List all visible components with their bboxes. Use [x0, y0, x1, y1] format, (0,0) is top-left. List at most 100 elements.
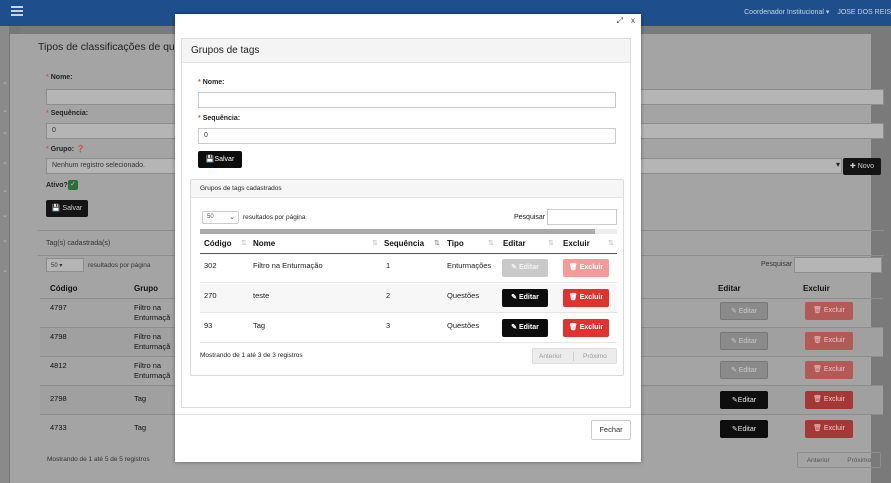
- bg-edit-button[interactable]: ✎ Editar: [720, 302, 768, 320]
- bg-grupo-label: * Grupo: ❓: [46, 146, 85, 153]
- bg-cell-codigo: 4797: [50, 303, 67, 312]
- chevron-down-icon[interactable]: ▾: [836, 160, 840, 169]
- bg-search-label: Pesquisar: [761, 261, 793, 268]
- sort-icon[interactable]: ⇅: [608, 239, 614, 247]
- cell-tipo: Questões: [447, 291, 480, 300]
- modal-form-card: Grupos de tags * Nome: * Sequência: 0 💾Sal…: [181, 38, 631, 408]
- grupos-table-panel: Grupos de tags cadastrados 50 ⌄ resultado…: [190, 179, 624, 376]
- bg-th-grupo[interactable]: Grupo: [134, 284, 158, 293]
- modal-header: Grupos de tags: [182, 39, 630, 63]
- ativo-checkbox[interactable]: ✓: [68, 180, 78, 190]
- table-row: 270 teste 2 Questões ✎ Editar 🗑 Excluir: [200, 284, 617, 313]
- th-excluir[interactable]: Excluir: [563, 239, 590, 248]
- trash-icon: 🗑: [568, 264, 578, 271]
- th-tipo[interactable]: Tipo: [447, 239, 464, 248]
- panel-header: Grupos de tags cadastrados: [191, 180, 623, 198]
- sort-icon[interactable]: ⇅: [548, 239, 554, 247]
- nome-input[interactable]: [198, 92, 616, 108]
- chevron-down-icon: ⌄: [229, 214, 235, 221]
- th-codigo[interactable]: Código: [204, 239, 232, 248]
- th-nome[interactable]: Nome: [253, 239, 275, 248]
- user-area[interactable]: Coordenador Institucional ▾ JOSE DOS REI…: [738, 8, 891, 16]
- search-label: Pesquisar: [514, 214, 546, 221]
- user-name[interactable]: JOSE DOS REIS: [837, 9, 891, 16]
- fechar-button[interactable]: Fechar: [591, 420, 631, 440]
- bg-delete-button[interactable]: 🗑 Excluir: [805, 391, 853, 409]
- bg-cell-codigo: 2798: [50, 394, 67, 403]
- bg-delete-button[interactable]: 🗑 Excluir: [805, 361, 853, 379]
- table-row: 93 Tag 3 Questões ✎ Editar 🗑 Excluir: [200, 314, 617, 343]
- pagination: Anterior Próximo: [532, 348, 617, 364]
- nome-label: * Nome:: [198, 79, 225, 86]
- bg-cell-grupo: Filtro na Enturmaçã: [134, 332, 171, 351]
- sort-icon[interactable]: ⇅: [488, 239, 494, 247]
- grupos-de-tags-modal: ⤢ x Grupos de tags * Nome: * Sequência: 0 …: [175, 14, 641, 462]
- sort-icon[interactable]: ⇅: [372, 239, 378, 247]
- bg-edit-button[interactable]: ✎ Editar: [720, 361, 768, 379]
- bg-delete-button[interactable]: 🗑 Excluir: [805, 420, 853, 438]
- bg-nome-label: * Nome:: [46, 74, 73, 81]
- user-role-dropdown[interactable]: Coordenador Institucional ▾: [744, 9, 829, 16]
- prev-button[interactable]: Anterior: [539, 353, 562, 360]
- cell-codigo: 270: [204, 291, 217, 300]
- cell-nome: Filtro na Enturmação: [253, 261, 323, 270]
- sort-asc-icon[interactable]: ⇅: [434, 239, 440, 247]
- delete-button[interactable]: 🗑 Excluir: [563, 319, 609, 337]
- bg-delete-button[interactable]: 🗑 Excluir: [805, 332, 853, 350]
- save-button[interactable]: 💾Salvar: [198, 151, 242, 168]
- search-input[interactable]: [547, 209, 617, 225]
- edit-icon: ✎: [511, 264, 518, 271]
- bg-prev-button[interactable]: Anterior: [807, 457, 830, 464]
- close-icon[interactable]: x: [631, 16, 635, 25]
- delete-button[interactable]: 🗑 Excluir: [563, 259, 609, 277]
- th-editar[interactable]: Editar: [503, 239, 526, 248]
- bg-table-info: Mostrando de 1 até 5 de 5 registros: [47, 456, 150, 463]
- cell-tipo: Questões: [447, 321, 480, 330]
- horizontal-scrollbar[interactable]: [200, 229, 617, 234]
- bg-length-text: resultados por página: [88, 262, 151, 269]
- cell-nome: teste: [253, 291, 270, 300]
- bg-sequencia-label: * Sequência:: [46, 110, 89, 117]
- bg-salvar-button[interactable]: 💾 Salvar: [46, 200, 88, 217]
- table-row: 302 Filtro na Enturmação 1 Enturmações ✎…: [200, 254, 617, 283]
- cell-tipo: Enturmações: [447, 261, 492, 270]
- bg-length-select[interactable]: 50 ▾: [46, 258, 84, 272]
- bg-delete-button[interactable]: 🗑 Excluir: [805, 302, 853, 320]
- bg-edit-button[interactable]: ✎ Editar: [720, 332, 768, 350]
- bg-edit-button[interactable]: ✎Editar: [720, 391, 768, 409]
- trash-icon: 🗑: [568, 294, 578, 301]
- length-select[interactable]: 50 ⌄: [202, 211, 239, 224]
- novo-button[interactable]: ✚ Novo: [843, 158, 881, 175]
- bg-cell-codigo: 4733: [50, 423, 67, 432]
- bg-cell-codigo: 4798: [50, 332, 67, 341]
- modal-title: Grupos de tags: [191, 45, 260, 56]
- bg-cell-codigo: 4812: [50, 361, 67, 370]
- bg-search-input[interactable]: [794, 257, 882, 273]
- bg-next-button[interactable]: Próximo: [847, 457, 871, 464]
- edit-button[interactable]: ✎ Editar: [502, 259, 548, 277]
- help-icon[interactable]: ❓: [76, 146, 85, 153]
- next-button[interactable]: Próximo: [583, 353, 607, 360]
- cell-sequencia: 1: [386, 261, 391, 270]
- bg-edit-button[interactable]: ✎Editar: [720, 420, 768, 438]
- bg-th-editar[interactable]: Editar: [718, 284, 741, 293]
- pagination-divider: [573, 352, 574, 361]
- scrollbar-thumb[interactable]: [200, 229, 595, 234]
- edit-icon: ✎: [511, 324, 518, 331]
- edit-button[interactable]: ✎ Editar: [502, 289, 548, 307]
- edit-button[interactable]: ✎ Editar: [502, 319, 548, 337]
- delete-button[interactable]: 🗑 Excluir: [563, 289, 609, 307]
- hamburger-menu-icon[interactable]: [11, 6, 23, 16]
- bg-ativo-label: Ativo?: [46, 182, 68, 189]
- bg-th-excluir[interactable]: Excluir: [803, 284, 830, 293]
- bg-cell-grupo: Tag: [134, 394, 147, 403]
- sequencia-input[interactable]: 0: [198, 128, 616, 144]
- expand-icon[interactable]: ⤢: [617, 16, 623, 26]
- sort-icon[interactable]: ⇅: [241, 239, 247, 247]
- length-text: resultados por página: [243, 214, 306, 221]
- panel-title: Grupos de tags cadastrados: [200, 185, 282, 192]
- trash-icon: 🗑: [568, 324, 578, 331]
- bg-cell-grupo: Filtro na Enturmaçã: [134, 361, 171, 380]
- th-sequencia[interactable]: Sequência: [384, 239, 424, 248]
- bg-th-codigo[interactable]: Código: [50, 284, 78, 293]
